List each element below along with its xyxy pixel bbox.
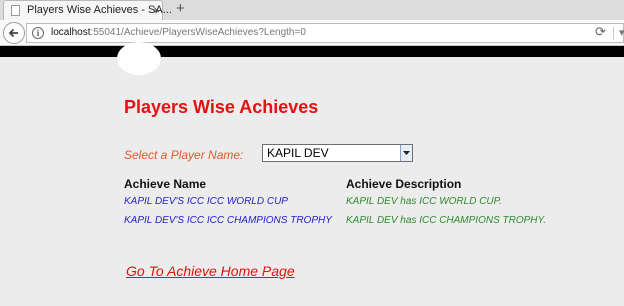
player-select[interactable]: KAPIL DEV bbox=[262, 144, 413, 162]
url-divider bbox=[613, 27, 614, 40]
site-logo bbox=[117, 42, 161, 75]
url-text[interactable]: localhost:55041/Achieve/PlayersWiseAchie… bbox=[51, 27, 306, 38]
achieve-name-cell: KAPIL DEV'S ICC ICC WORLD CUP bbox=[124, 196, 288, 207]
close-tab-icon[interactable]: × bbox=[153, 3, 160, 17]
url-path: :55041/Achieve/PlayersWiseAchieves?Lengt… bbox=[90, 27, 306, 38]
browser-tab[interactable]: Players Wise Achieves - SA... × bbox=[3, 0, 172, 20]
site-info-icon[interactable]: i bbox=[32, 27, 44, 39]
new-tab-icon[interactable]: + bbox=[176, 0, 185, 18]
achieve-name-cell: KAPIL DEV'S ICC ICC CHAMPIONS TROPHY bbox=[124, 215, 332, 226]
tab-title: Players Wise Achieves - SA... bbox=[27, 4, 172, 16]
achieve-description-cell: KAPIL DEV has ICC CHAMPIONS TROPHY. bbox=[346, 215, 547, 226]
back-arrow-icon bbox=[8, 28, 18, 38]
page-title: Players Wise Achieves bbox=[124, 97, 319, 117]
achieve-home-link[interactable]: Go To Achieve Home Page bbox=[126, 263, 295, 279]
address-bar[interactable]: i localhost:55041/Achieve/PlayersWiseAch… bbox=[26, 23, 624, 43]
site-header-bar bbox=[0, 46, 624, 57]
url-dropdown-icon[interactable]: ▾ bbox=[619, 26, 624, 39]
page-favicon-icon bbox=[11, 5, 20, 16]
player-select-value: KAPIL DEV bbox=[267, 146, 329, 160]
tab-strip: Players Wise Achieves - SA... × + bbox=[0, 0, 624, 20]
navigation-bar: i localhost:55041/Achieve/PlayersWiseAch… bbox=[0, 20, 624, 46]
chevron-down-icon bbox=[403, 151, 410, 155]
select-player-label: Select a Player Name: bbox=[124, 148, 244, 162]
column-header-achieve-name: Achieve Name bbox=[124, 177, 207, 191]
dropdown-button[interactable] bbox=[400, 145, 412, 161]
column-header-achieve-description: Achieve Description bbox=[346, 177, 462, 191]
back-button[interactable] bbox=[3, 22, 25, 44]
url-host: localhost bbox=[51, 27, 91, 38]
achieve-description-cell: KAPIL DEV has ICC WORLD CUP. bbox=[346, 196, 502, 207]
reload-icon[interactable]: ⟳ bbox=[595, 24, 606, 40]
